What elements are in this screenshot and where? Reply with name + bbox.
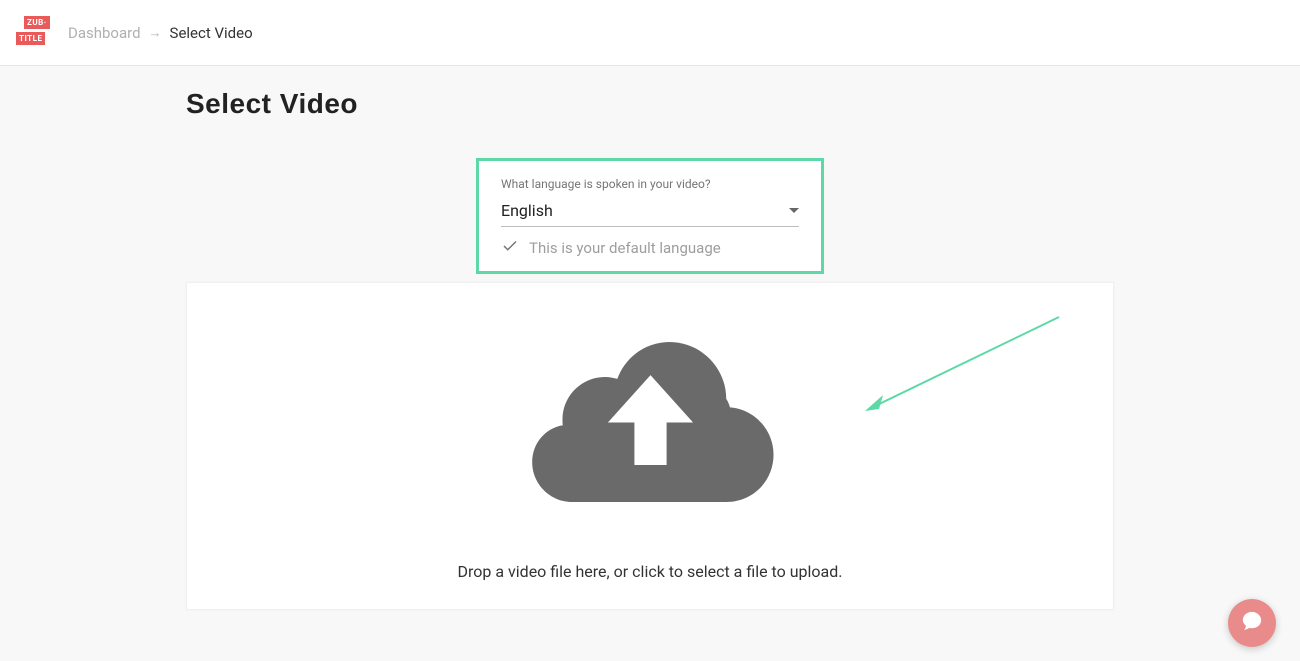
- chat-icon: [1241, 610, 1263, 636]
- language-select[interactable]: English: [501, 197, 799, 227]
- upload-dropzone[interactable]: Drop a video file here, or click to sele…: [186, 282, 1114, 610]
- logo-text-top: ZUB·: [24, 16, 50, 29]
- breadcrumb: Dashboard → Select Video: [68, 24, 253, 42]
- help-button[interactable]: [1228, 599, 1276, 647]
- logo[interactable]: ZUB· TITLE: [16, 16, 48, 50]
- breadcrumb-dashboard-link[interactable]: Dashboard: [68, 24, 141, 42]
- language-hint-text: This is your default language: [529, 239, 721, 257]
- main-content: Select Video What language is spoken in …: [0, 88, 1300, 610]
- app-header: ZUB· TITLE Dashboard → Select Video: [0, 0, 1300, 66]
- breadcrumb-arrow-icon: →: [149, 25, 162, 41]
- language-label: What language is spoken in your video?: [501, 177, 799, 191]
- page-title: Select Video: [186, 88, 1114, 120]
- chevron-down-icon: [789, 208, 799, 213]
- upload-prompt-text: Drop a video file here, or click to sele…: [207, 562, 1093, 581]
- cloud-upload-icon: [518, 323, 783, 507]
- check-icon: [501, 237, 519, 259]
- language-selected-value: English: [501, 201, 553, 220]
- language-hint: This is your default language: [501, 237, 799, 259]
- language-panel: What language is spoken in your video? E…: [476, 158, 824, 274]
- annotation-arrow-icon: [861, 315, 1061, 419]
- breadcrumb-current: Select Video: [170, 24, 253, 42]
- logo-text-bottom: TITLE: [16, 32, 45, 45]
